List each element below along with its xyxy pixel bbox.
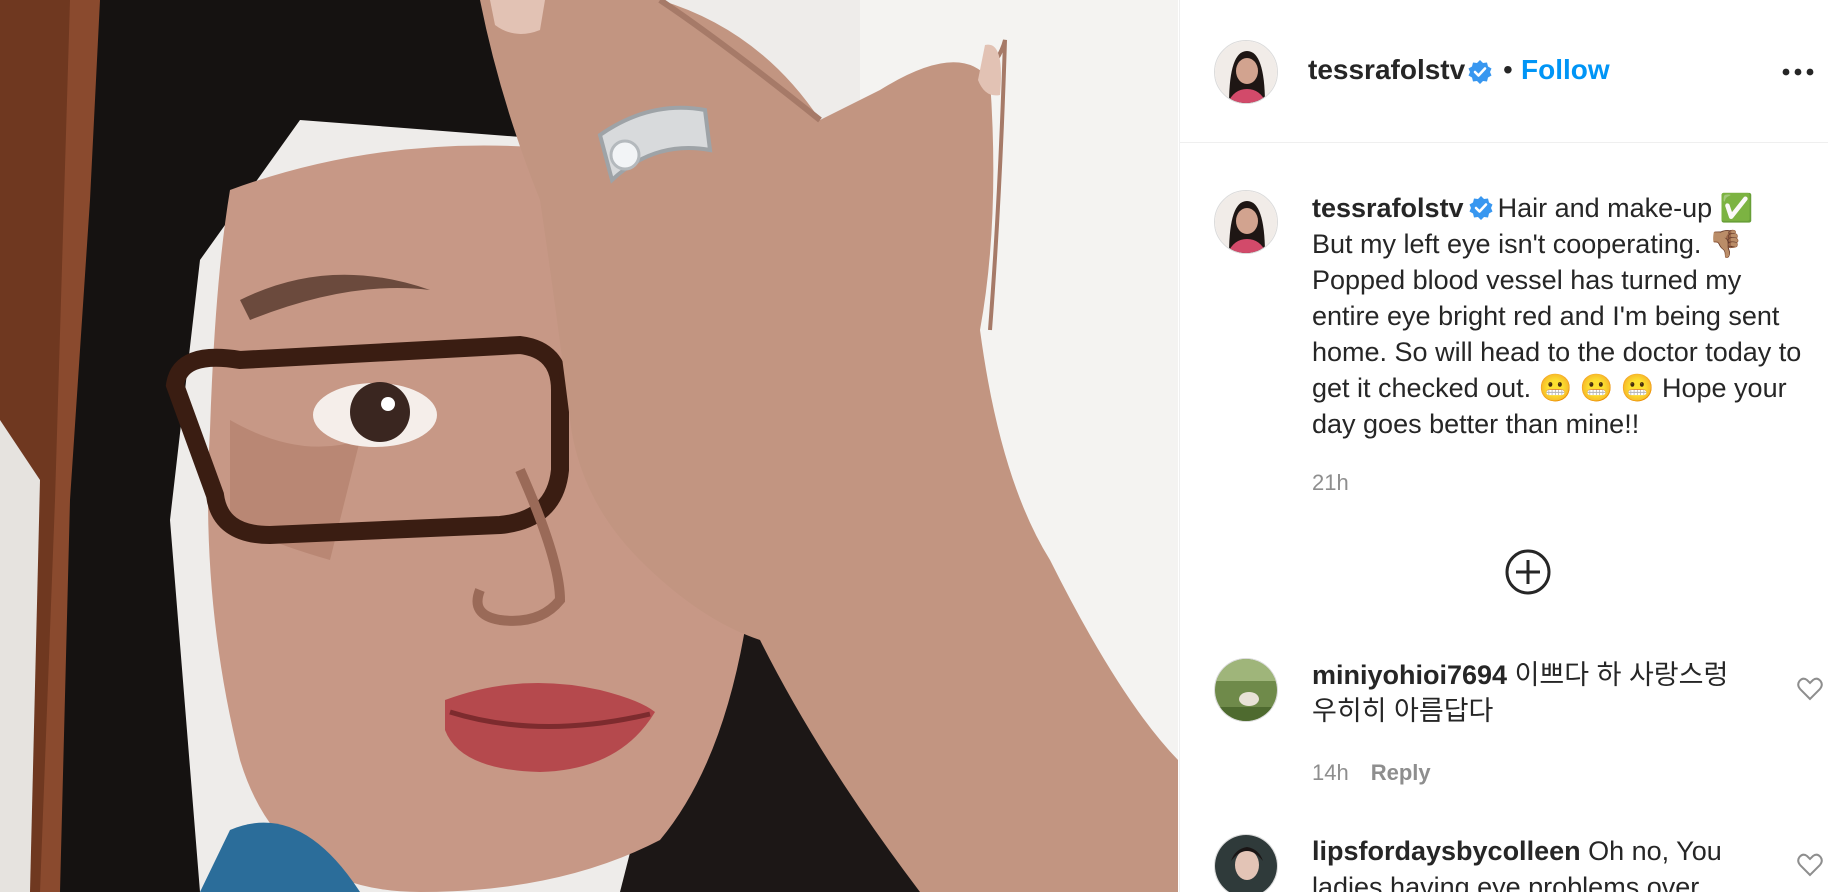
separator-dot: • (1503, 54, 1513, 85)
avatar-image (1215, 41, 1277, 103)
commenter-avatar[interactable] (1214, 834, 1278, 892)
post-photo[interactable] (0, 0, 1178, 892)
caption-avatar[interactable] (1214, 190, 1278, 254)
avatar-image (1215, 835, 1277, 892)
avatar-image (1215, 191, 1277, 253)
load-more-comments-icon[interactable] (1504, 548, 1552, 596)
comment: lipsfordaysbycolleen Oh no, You ladies h… (1312, 833, 1752, 892)
caption-text: But my left eye isn't cooperating. 👎🏽 Po… (1312, 229, 1802, 439)
comment-meta: 14h Reply (1312, 760, 1431, 786)
verified-badge-icon (1467, 59, 1493, 85)
comment: miniyohioi7694 이쁘다 하 사랑스렁 우히히 아름답다 (1312, 657, 1752, 729)
post-timestamp[interactable]: 21h (1312, 470, 1349, 496)
verified-badge-icon (1468, 194, 1494, 220)
post-author-username[interactable]: tessrafolstv (1308, 54, 1465, 86)
avatar[interactable] (1214, 40, 1278, 104)
heart-icon[interactable] (1797, 853, 1823, 877)
more-options-icon[interactable] (1780, 58, 1816, 86)
reply-button[interactable]: Reply (1371, 760, 1431, 785)
post-header: tessrafolstv • Follow (1180, 0, 1828, 143)
comment-username[interactable]: lipsfordaysbycolleen (1312, 836, 1581, 866)
comment-username[interactable]: miniyohioi7694 (1312, 660, 1507, 690)
caption-username[interactable]: tessrafolstv (1312, 193, 1464, 223)
post-side-panel: tessrafolstv • Follow tessrafolstv Hair … (1179, 0, 1828, 892)
post-photo-illustration (0, 0, 1178, 892)
avatar-image (1215, 659, 1277, 721)
comment-time[interactable]: 14h (1312, 760, 1349, 785)
heart-icon[interactable] (1797, 677, 1823, 701)
commenter-avatar[interactable] (1214, 658, 1278, 722)
caption-text-first-line: Hair and make-up ✅ (1497, 193, 1754, 223)
post-caption: tessrafolstv Hair and make-up ✅ But my l… (1312, 190, 1812, 442)
follow-button[interactable]: Follow (1521, 54, 1610, 86)
